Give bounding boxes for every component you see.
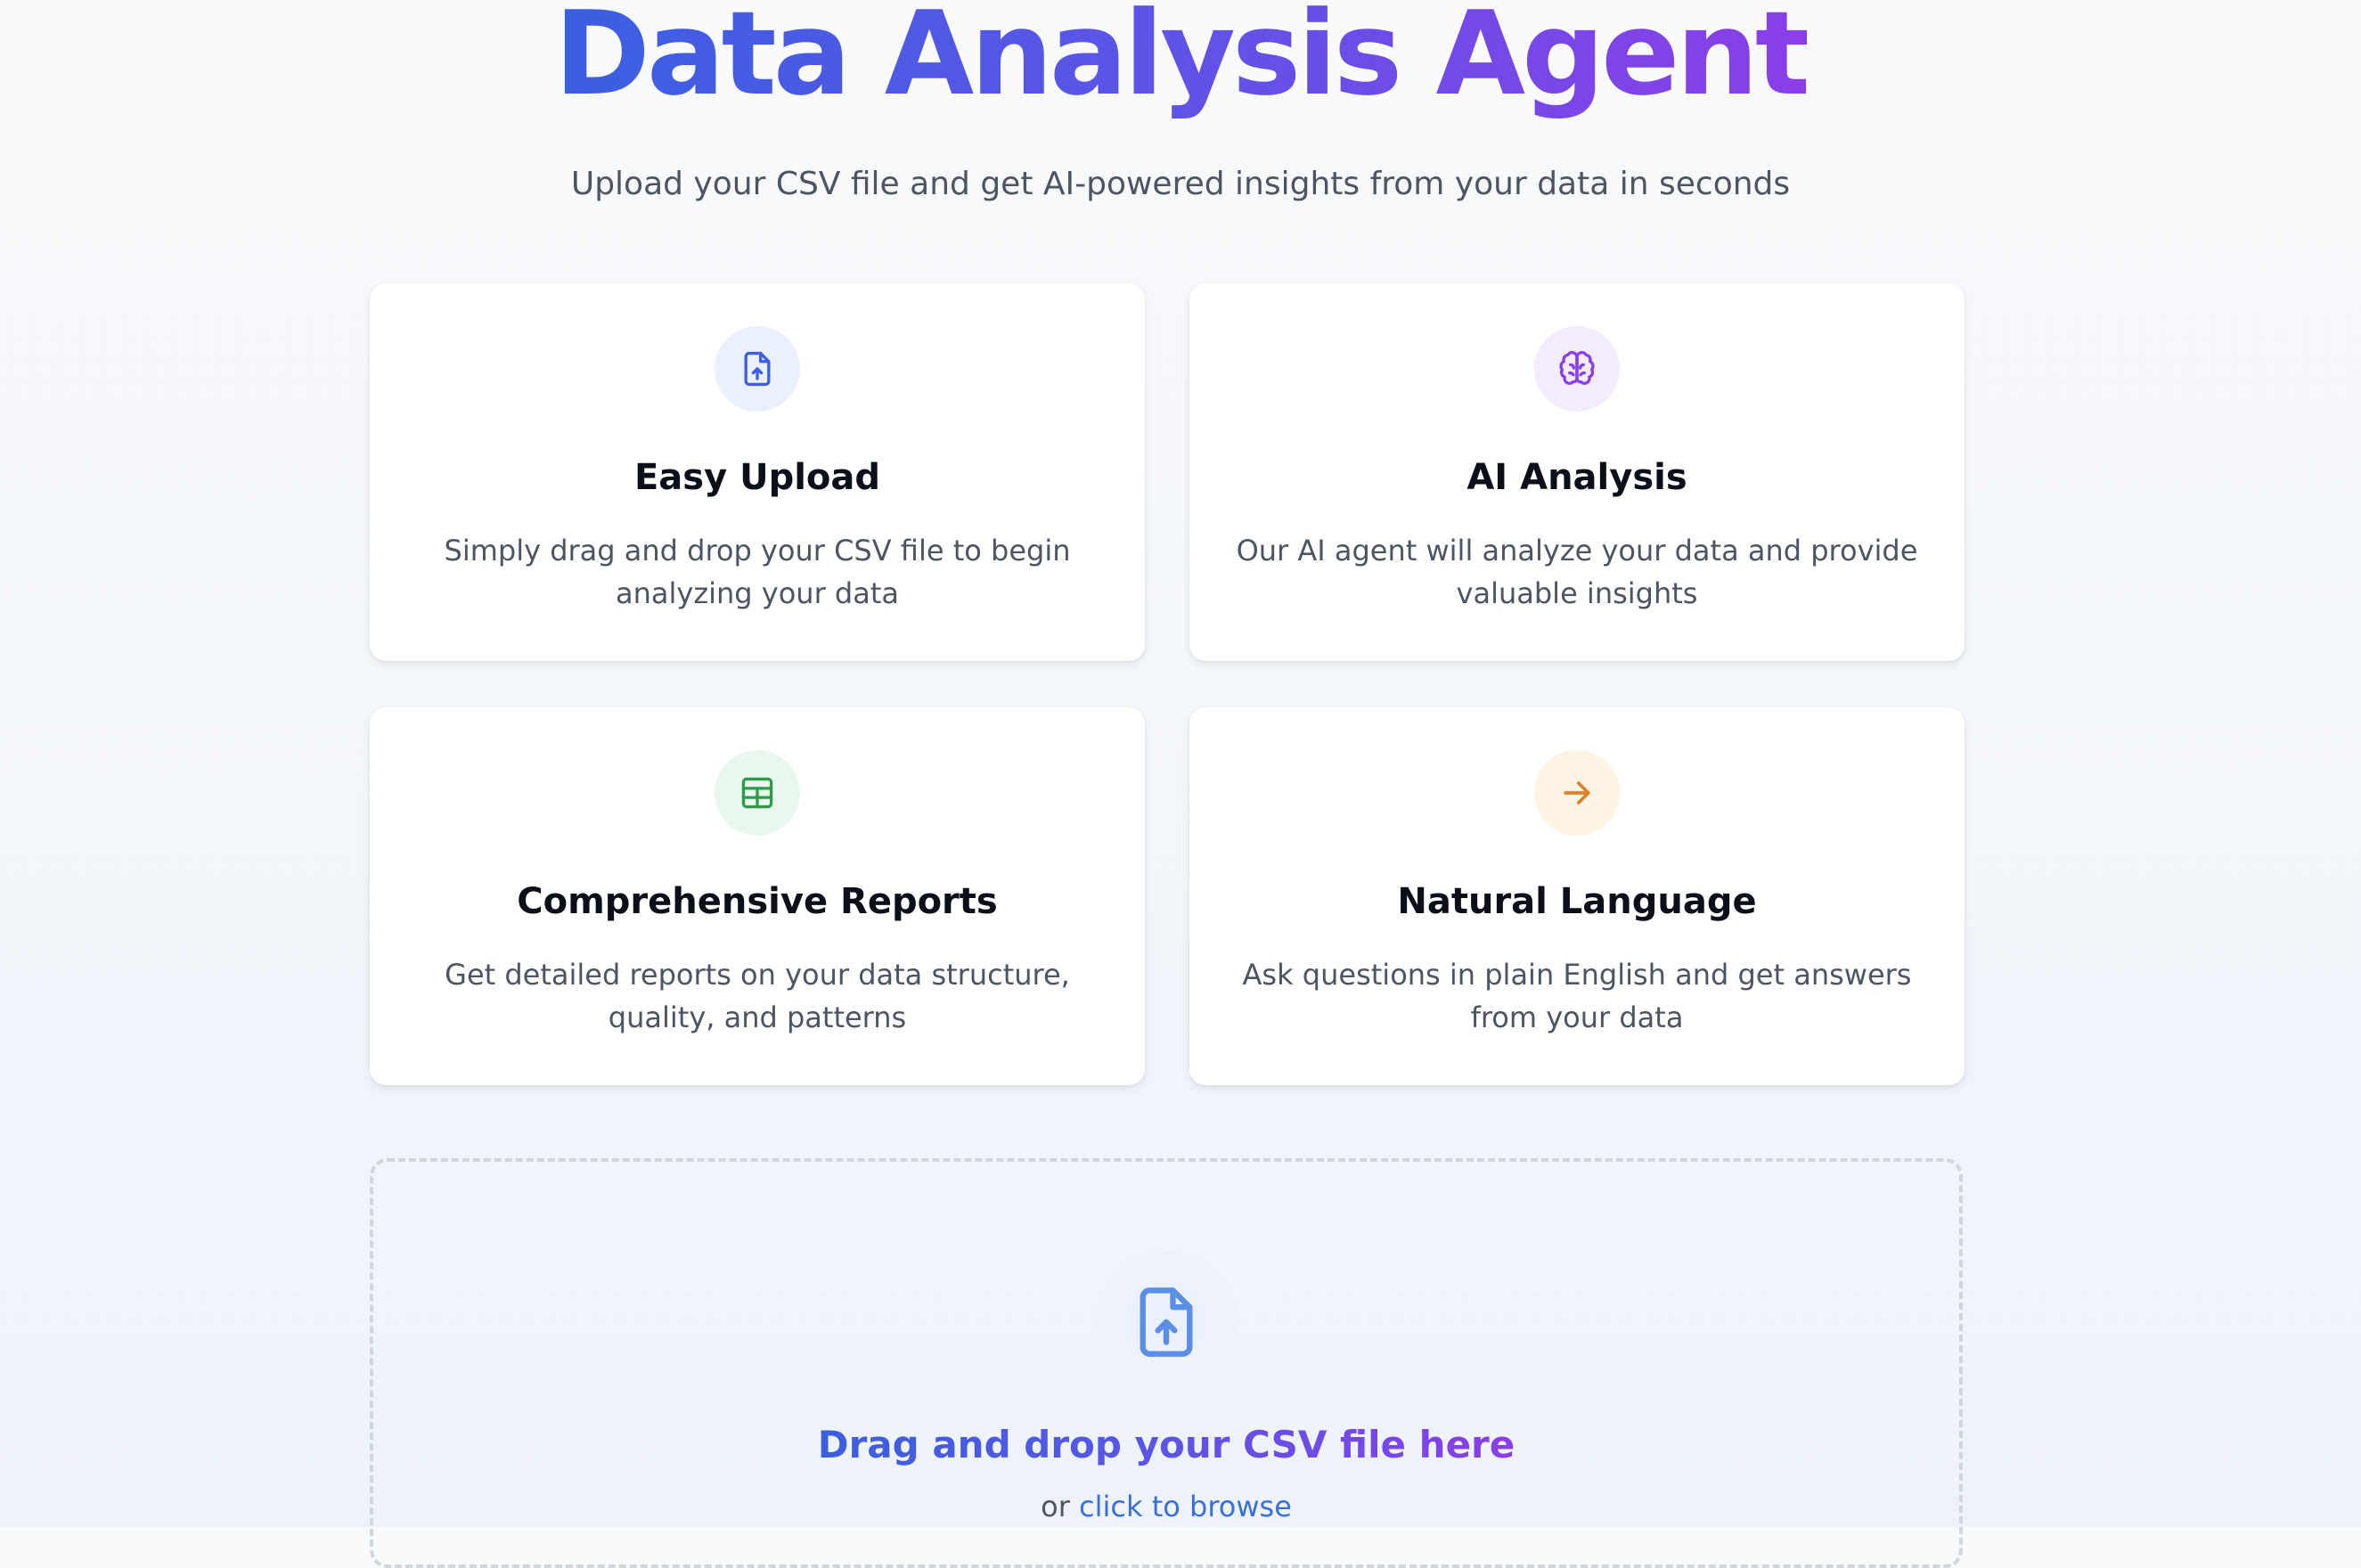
table-icon [715,750,800,836]
dropzone-title-text: Drag and drop your CSV file here [817,1423,1515,1466]
landing-page: Data Analysis Agent Upload your CSV file… [0,0,2361,1568]
dropzone-subtext: or click to browse [373,1487,1959,1526]
page-title-text: Data Analysis Agent [554,0,1810,121]
feature-description: Our AI agent will analyze your data and … [1236,534,1918,610]
feature-card-ai-analysis: AI Analysis Our AI agent will analyze yo… [1189,283,1965,661]
feature-description: Ask questions in plain English and get a… [1242,958,1912,1034]
feature-title: AI Analysis [1466,457,1687,498]
page-title: Data Analysis Agent [0,0,2361,116]
file-upload-icon [1095,1251,1238,1393]
feature-card-comprehensive-reports: Comprehensive Reports Get detailed repor… [370,707,1145,1085]
feature-description: Simply drag and drop your CSV file to be… [444,534,1071,610]
browse-link[interactable]: click to browse [1079,1490,1292,1523]
brain-icon [1534,326,1620,412]
feature-title: Easy Upload [633,457,881,498]
csv-dropzone[interactable]: Drag and drop your CSV file here or clic… [370,1158,1963,1568]
dropzone-or-text: or [1041,1490,1070,1523]
feature-grid: Easy Upload Simply drag and drop your CS… [370,283,1965,1085]
feature-title: Natural Language [1397,881,1757,922]
feature-card-easy-upload: Easy Upload Simply drag and drop your CS… [370,283,1145,661]
feature-description: Get detailed reports on your data struct… [445,958,1070,1034]
arrow-right-icon [1534,750,1620,836]
file-upload-icon [715,326,800,412]
dropzone-title: Drag and drop your CSV file here [373,1420,1959,1470]
feature-title: Comprehensive Reports [517,881,998,922]
page-subtitle: Upload your CSV file and get AI-powered … [570,166,1791,202]
feature-card-natural-language: Natural Language Ask questions in plain … [1189,707,1965,1085]
